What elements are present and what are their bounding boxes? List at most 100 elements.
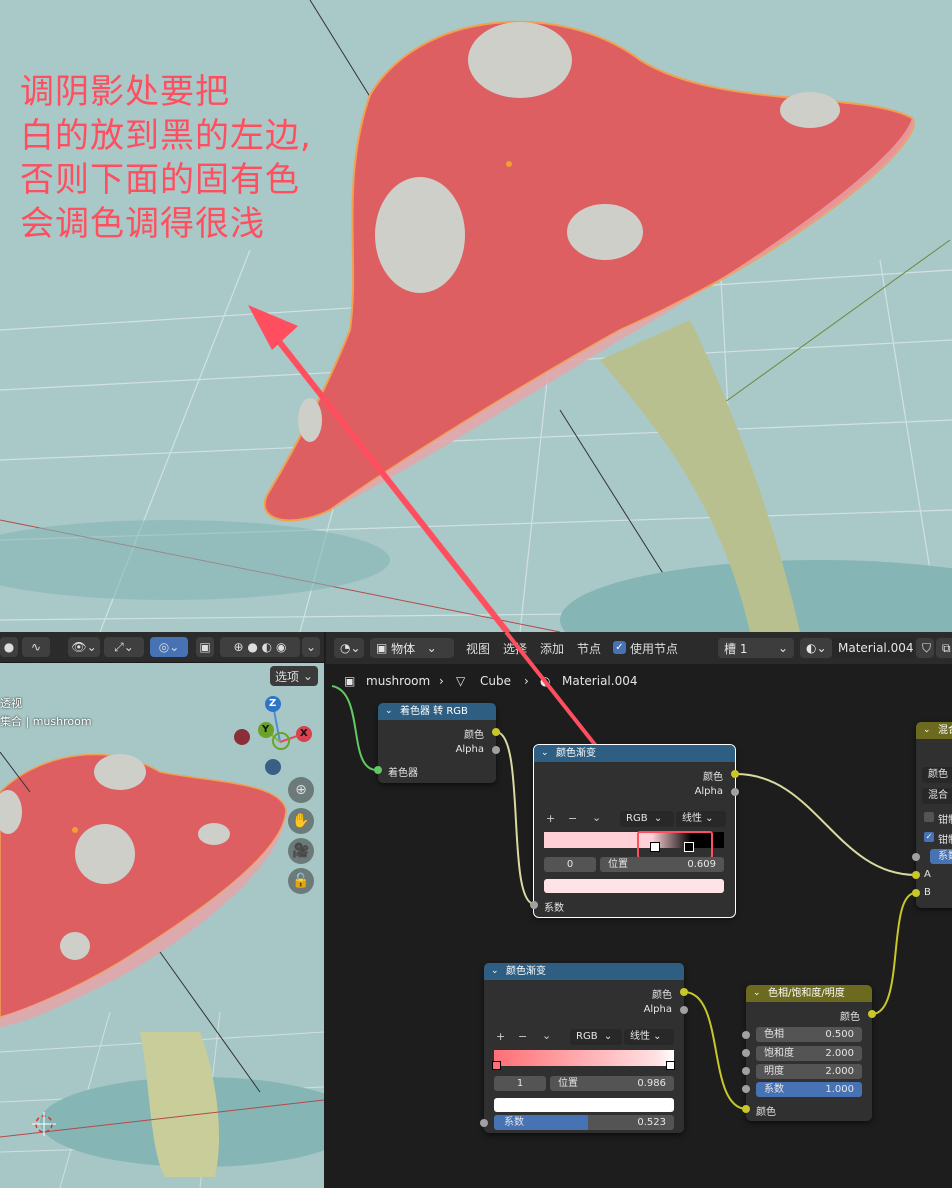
ramp-menu-icon[interactable]: ⌄ — [592, 811, 601, 824]
ramp-stop-red[interactable] — [492, 1061, 501, 1070]
color-ramp-gradient[interactable] — [494, 1050, 674, 1066]
blend-mode-dropdown[interactable]: 混合 — [922, 788, 952, 804]
input-fac-socket[interactable] — [742, 1085, 750, 1093]
output-alpha-label: Alpha — [455, 744, 484, 755]
stop-index-field[interactable]: 0 — [544, 857, 596, 872]
ramp-menu-icon[interactable]: ⌄ — [542, 1029, 551, 1042]
position-value: 0.986 — [637, 1078, 666, 1089]
remove-stop-button[interactable]: − — [518, 1030, 527, 1043]
input-fac-socket[interactable] — [912, 853, 920, 861]
collapse-icon[interactable]: ⌄ — [753, 985, 761, 1002]
value-field[interactable]: 明度 2.000 — [756, 1064, 862, 1079]
input-color-socket[interactable] — [742, 1105, 750, 1113]
input-hue-socket[interactable] — [742, 1031, 750, 1039]
input-color-label: 颜色 — [756, 1107, 776, 1118]
saturation-field[interactable]: 饱和度 2.000 — [756, 1046, 862, 1061]
gizmo-y-label: Y — [262, 724, 270, 735]
add-stop-button[interactable]: + — [546, 812, 555, 825]
output-color-socket[interactable] — [731, 770, 739, 778]
input-shader-label: 着色器 — [388, 768, 418, 779]
stop-color-swatch[interactable] — [544, 879, 724, 893]
shading-modes[interactable]: ⊕ ● ◐ ◉ — [220, 637, 300, 657]
mix-node[interactable]: ⌄ 混合 颜色 混合 钳制 ✓ 钳制 系数 A B — [912, 722, 952, 908]
output-alpha-socket[interactable] — [680, 1006, 688, 1014]
output-color-label: 颜色 — [464, 730, 484, 741]
zoom-icon[interactable]: ⊕ — [288, 777, 314, 803]
input-fac-label: 系数 — [544, 903, 564, 914]
input-shader-socket[interactable] — [374, 766, 382, 774]
color-mode-dropdown[interactable]: RGB ⌄ — [570, 1029, 622, 1045]
ramp-stop-white[interactable] — [666, 1061, 675, 1070]
position-field[interactable]: 位置 0.609 — [600, 857, 724, 872]
stop-color-swatch[interactable] — [494, 1098, 674, 1112]
hue-field[interactable]: 色相 0.500 — [756, 1027, 862, 1042]
top-3d-viewport[interactable]: 调阴影处要把 白的放到黑的左边, 否则下面的固有色 会调色调得很浅 — [0, 0, 952, 632]
collapse-icon[interactable]: ⌄ — [541, 745, 549, 762]
value-label: 明度 — [764, 1066, 784, 1077]
collapse-icon[interactable]: ⌄ — [923, 722, 931, 739]
stop-index-field[interactable]: 1 — [494, 1076, 546, 1091]
collapse-icon[interactable]: ⌄ — [385, 703, 393, 720]
input-sat-socket[interactable] — [742, 1049, 750, 1057]
clamp-result-label: 钳制 — [938, 835, 952, 846]
visibility-eye-icon[interactable]: 👁⌄ — [68, 637, 100, 657]
output-alpha-socket[interactable] — [731, 788, 739, 796]
input-value-socket[interactable] — [742, 1067, 750, 1075]
fac-slider[interactable]: 系数 0.523 — [494, 1115, 674, 1130]
view-mode-text: 透视 — [0, 697, 22, 710]
hue-label: 色相 — [764, 1029, 784, 1040]
input-fac-socket[interactable] — [530, 901, 538, 909]
position-field[interactable]: 位置 0.986 — [550, 1076, 674, 1091]
add-stop-button[interactable]: + — [496, 1030, 505, 1043]
clamp-factor-label: 钳制 — [938, 815, 952, 826]
position-value: 0.609 — [687, 859, 716, 870]
annotation-text: 调阴影处要把 白的放到黑的左边, 否则下面的固有色 会调色调得很浅 — [20, 70, 312, 246]
lock-icon[interactable]: 🔓 — [288, 868, 314, 894]
color-ramp-node-1[interactable]: ⌄ 颜色渐变 颜色 Alpha + − ⌄ RGB ⌄ 线性 ⌄ 0 位置 0.60… — [530, 744, 739, 918]
collection-text: 集合 | mushroom — [0, 715, 92, 728]
input-a-socket[interactable] — [912, 871, 920, 879]
data-type-dropdown[interactable]: 颜色 — [922, 767, 952, 783]
highlight-box — [637, 831, 713, 859]
node-header: ⌄ 混合 — [916, 722, 952, 739]
gizmo-z-label: Z — [269, 698, 277, 709]
node-header: ⌄ 着色器 转 RGB — [378, 703, 496, 720]
hue-sat-value-node[interactable]: ⌄ 色相/饱和度/明度 颜色 色相 0.500 饱和度 2.000 明度 2.000 系… — [742, 985, 876, 1121]
remove-stop-button[interactable]: − — [568, 812, 577, 825]
clamp-result-checkbox[interactable]: ✓ — [924, 832, 934, 842]
fac-value: 1.000 — [825, 1084, 854, 1095]
output-color-label: 颜色 — [703, 772, 723, 783]
options-dropdown[interactable]: 选项 ⌄ — [270, 666, 318, 686]
interpolation-dropdown[interactable]: 线性 ⌄ — [624, 1029, 674, 1045]
overlay-dot-icon[interactable]: ● — [0, 637, 18, 657]
hand-icon[interactable]: ✋ — [288, 808, 314, 834]
camera-icon[interactable]: 🎥 — [288, 838, 314, 864]
gizmo-toggle-icon[interactable]: ⤢⌄ — [104, 637, 144, 657]
color-ramp-node-2[interactable]: ⌄ 颜色渐变 颜色 Alpha + − ⌄ RGB ⌄ 线性 ⌄ 1 位置 0.98… — [480, 963, 688, 1133]
input-b-socket[interactable] — [912, 889, 920, 897]
node-header: ⌄ 色相/饱和度/明度 — [746, 985, 872, 1002]
output-color-socket[interactable] — [492, 728, 500, 736]
overlays-icon[interactable]: ◎⌄ — [150, 637, 188, 657]
left-3d-viewport[interactable]: ● ∿ 👁⌄ ⤢⌄ ◎⌄ ▣ ⊕ ● ◐ ◉ ⌄ 选项 ⌄ 透视 集合 | mu… — [0, 632, 324, 1188]
shader-node-editor[interactable]: ◔⌄ ▣ 物体 ⌄ 视图 选择 添加 节点 ✓ 使用节点 槽 1 ⌄ ◐⌄ Mat… — [326, 632, 952, 1188]
shading-dropdown-icon[interactable]: ⌄ — [302, 637, 320, 657]
interpolation-dropdown[interactable]: 线性 ⌄ — [676, 811, 726, 827]
curve-icon[interactable]: ∿ — [22, 637, 50, 657]
output-alpha-socket[interactable] — [492, 746, 500, 754]
node-header: ⌄ 颜色渐变 — [534, 745, 735, 762]
saturation-label: 饱和度 — [764, 1048, 794, 1059]
output-color-socket[interactable] — [680, 988, 688, 996]
shader-to-rgb-node[interactable]: ⌄ 着色器 转 RGB 颜色 Alpha 着色器 — [374, 703, 500, 783]
color-mode-dropdown[interactable]: RGB ⌄ — [620, 811, 674, 827]
mix-fac-field[interactable]: 系数 — [930, 849, 952, 864]
collapse-icon[interactable]: ⌄ — [491, 963, 499, 980]
output-color-socket[interactable] — [868, 1010, 876, 1018]
color-mode-label: RGB — [626, 813, 648, 824]
input-b-label: B — [924, 887, 931, 898]
fac-field[interactable]: 系数 1.000 — [756, 1082, 862, 1097]
clamp-factor-checkbox[interactable] — [924, 812, 934, 822]
xray-icon[interactable]: ▣ — [196, 637, 214, 657]
node-title: 颜色渐变 — [506, 966, 546, 977]
input-fac-socket[interactable] — [480, 1119, 488, 1127]
